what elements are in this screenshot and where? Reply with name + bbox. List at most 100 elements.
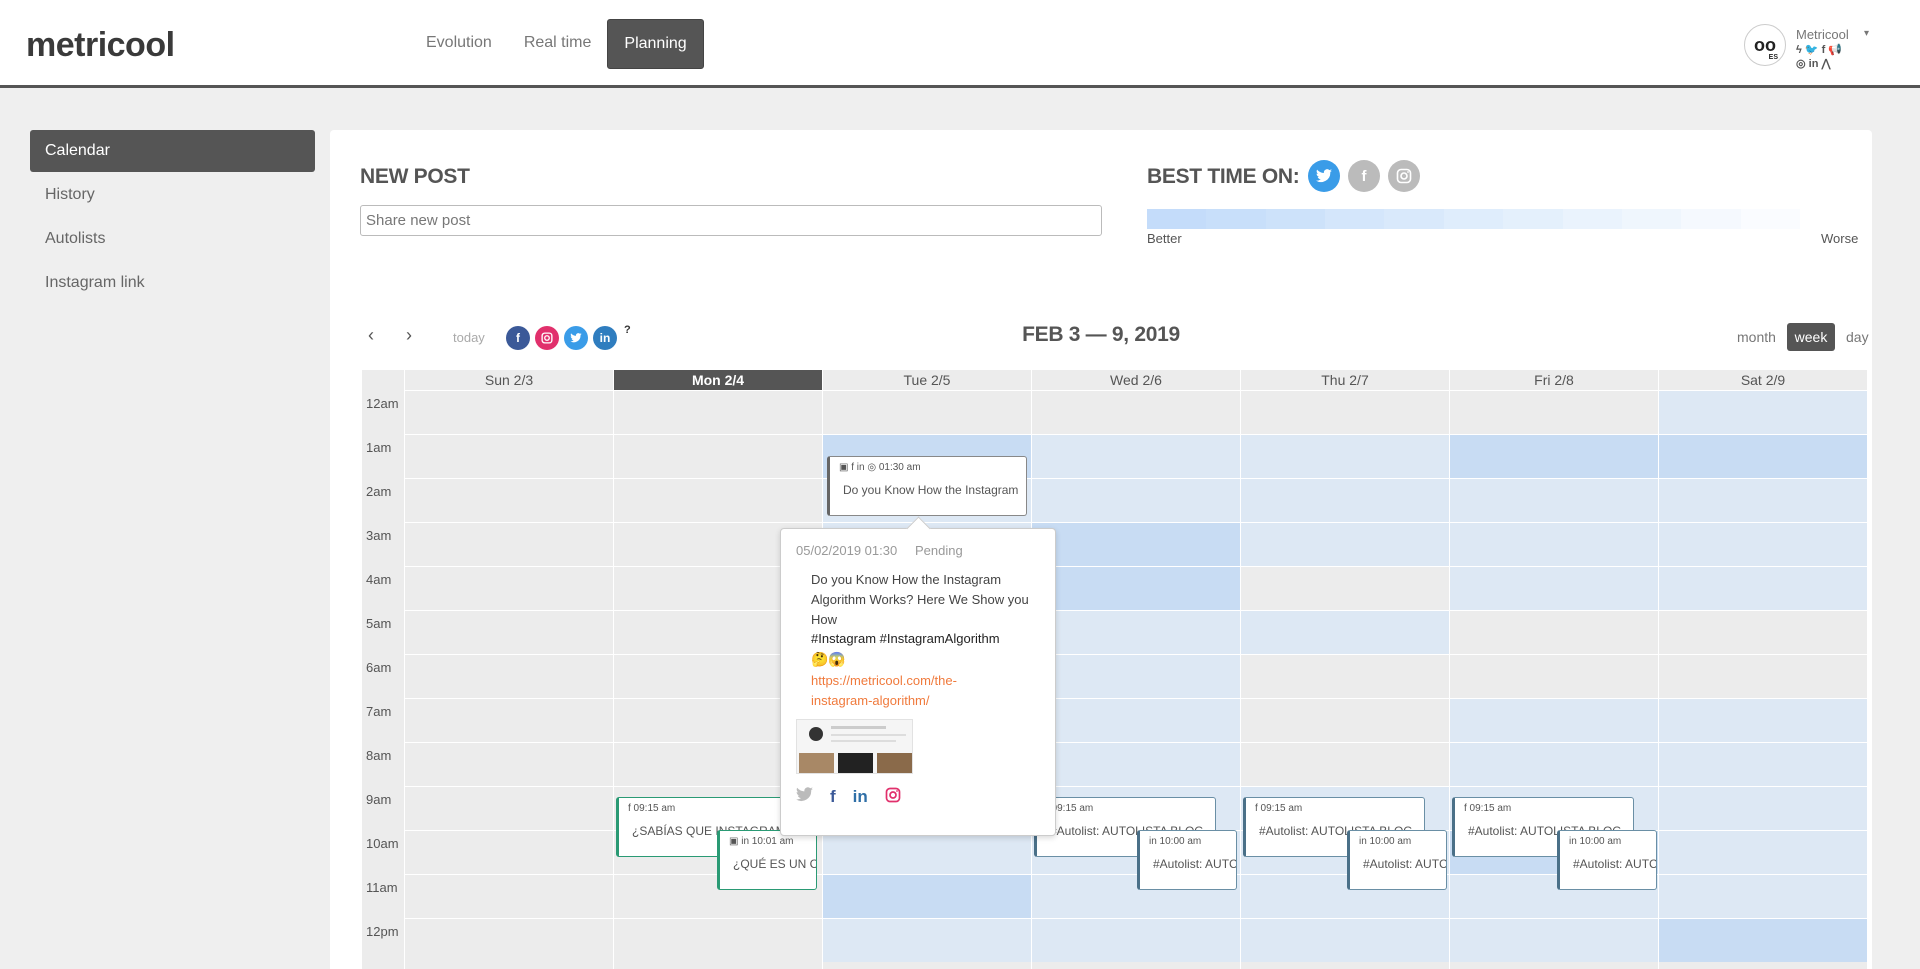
help-icon[interactable]: ? xyxy=(624,324,631,336)
hour-slot[interactable] xyxy=(1450,918,1658,962)
hour-slot[interactable] xyxy=(405,390,613,434)
hour-slot[interactable] xyxy=(1659,610,1867,654)
instagram-icon[interactable] xyxy=(1388,160,1420,192)
hour-slot[interactable] xyxy=(1241,522,1449,566)
hour-slot[interactable] xyxy=(614,478,822,522)
hour-slot[interactable] xyxy=(405,698,613,742)
scheduled-post-tue-0130[interactable]: ▣ f in ◎ 01:30 am Do you Know How the In… xyxy=(827,456,1027,516)
hour-slot[interactable] xyxy=(1450,522,1658,566)
hour-slot[interactable] xyxy=(1241,918,1449,962)
hour-slot[interactable] xyxy=(1659,434,1867,478)
post-link[interactable]: https://metricool.com/the-instagram-algo… xyxy=(811,671,1011,711)
nav-real-time[interactable]: Real time xyxy=(508,19,608,69)
hour-slot[interactable] xyxy=(1659,874,1867,918)
avatar[interactable]: oo ES xyxy=(1744,24,1786,66)
sidebar-item-autolists[interactable]: Autolists xyxy=(30,218,315,260)
hour-slot[interactable] xyxy=(1450,566,1658,610)
metricool-logo[interactable]: metricool xyxy=(26,26,175,65)
account-name[interactable]: Metricool xyxy=(1796,27,1849,42)
facebook-filter-icon[interactable]: f xyxy=(506,326,530,350)
linkedin-filter-icon[interactable]: in xyxy=(593,326,617,350)
hour-slot[interactable] xyxy=(405,522,613,566)
hour-slot[interactable] xyxy=(1032,522,1240,566)
hour-label: 6am xyxy=(366,660,392,675)
hour-slot[interactable] xyxy=(1450,742,1658,786)
nav-evolution[interactable]: Evolution xyxy=(410,19,508,69)
hour-slot[interactable] xyxy=(1659,918,1867,962)
hour-slot[interactable] xyxy=(1241,390,1449,434)
twitter-icon[interactable] xyxy=(1308,160,1340,192)
hour-slot[interactable] xyxy=(405,786,613,830)
hour-slot[interactable] xyxy=(1032,698,1240,742)
hour-slot[interactable] xyxy=(1032,390,1240,434)
hour-slot[interactable] xyxy=(1450,654,1658,698)
hour-slot[interactable] xyxy=(405,566,613,610)
hour-slot[interactable] xyxy=(1659,786,1867,830)
hour-slot[interactable] xyxy=(1450,434,1658,478)
twitter-filter-icon[interactable] xyxy=(564,326,588,350)
nav-planning[interactable]: Planning xyxy=(607,19,704,69)
hour-slot[interactable] xyxy=(614,390,822,434)
hour-slot[interactable] xyxy=(1659,566,1867,610)
hour-slot[interactable] xyxy=(614,434,822,478)
hour-slot[interactable] xyxy=(1450,478,1658,522)
chevron-left-icon[interactable]: ‹ xyxy=(368,325,374,346)
scheduled-post-fri-1000[interactable]: in 10:00 am #Autolist: AUTC xyxy=(1557,830,1657,890)
week-grid: 12am 1am 2am 3am 4am 5am 6am 7am 8am 9am… xyxy=(362,370,1872,969)
hour-slot[interactable] xyxy=(823,830,1031,874)
hour-slot[interactable] xyxy=(1450,390,1658,434)
hour-slot[interactable] xyxy=(614,918,822,962)
hour-slot[interactable] xyxy=(1032,918,1240,962)
hour-slot[interactable] xyxy=(405,654,613,698)
hour-slot[interactable] xyxy=(1659,478,1867,522)
day-column-sun[interactable]: Sun 2/3 xyxy=(404,370,613,969)
hour-slot[interactable] xyxy=(1450,698,1658,742)
hour-slot[interactable] xyxy=(1032,566,1240,610)
view-week-button[interactable]: week xyxy=(1787,323,1835,351)
hour-slot[interactable] xyxy=(1659,742,1867,786)
chevron-down-icon[interactable]: ▾ xyxy=(1864,28,1869,39)
hour-slot[interactable] xyxy=(1659,698,1867,742)
hour-slot[interactable] xyxy=(1032,478,1240,522)
hour-slot[interactable] xyxy=(405,610,613,654)
hour-slot[interactable] xyxy=(1032,610,1240,654)
hour-slot[interactable] xyxy=(405,478,613,522)
hour-slot[interactable] xyxy=(823,918,1031,962)
instagram-filter-icon[interactable] xyxy=(535,326,559,350)
hour-slot[interactable] xyxy=(1241,566,1449,610)
hour-slot[interactable] xyxy=(1241,698,1449,742)
today-button[interactable]: today xyxy=(453,330,485,345)
chevron-right-icon[interactable]: › xyxy=(406,325,412,346)
sidebar-item-calendar[interactable]: Calendar xyxy=(30,130,315,172)
scheduled-post-thu-1000[interactable]: in 10:00 am #Autolist: AUTC xyxy=(1347,830,1447,890)
hour-slot[interactable] xyxy=(1659,830,1867,874)
hour-slot[interactable] xyxy=(405,830,613,874)
view-day-button[interactable]: day xyxy=(1846,329,1869,345)
hour-slot[interactable] xyxy=(1659,654,1867,698)
hour-slot[interactable] xyxy=(405,742,613,786)
hour-slot[interactable] xyxy=(1450,610,1658,654)
hour-slot[interactable] xyxy=(1241,478,1449,522)
scheduled-post-mon-1001[interactable]: ▣ in 10:01 am ¿QUÉ ES UN C xyxy=(717,830,817,890)
hour-slot[interactable] xyxy=(1241,610,1449,654)
hour-slot[interactable] xyxy=(1659,390,1867,434)
hour-slot[interactable] xyxy=(1032,654,1240,698)
sidebar-item-instagram-link[interactable]: Instagram link xyxy=(30,262,315,304)
hour-slot[interactable] xyxy=(1659,522,1867,566)
share-post-input[interactable] xyxy=(360,205,1102,236)
facebook-icon[interactable]: f xyxy=(1348,160,1380,192)
sidebar-item-history[interactable]: History xyxy=(30,174,315,216)
hour-slot[interactable] xyxy=(823,390,1031,434)
view-month-button[interactable]: month xyxy=(1737,329,1776,345)
hour-slot[interactable] xyxy=(823,874,1031,918)
hour-slot[interactable] xyxy=(1241,742,1449,786)
hour-slot[interactable] xyxy=(1241,434,1449,478)
hour-slot[interactable] xyxy=(405,874,613,918)
scheduled-post-wed-1000[interactable]: in 10:00 am #Autolist: AUTC xyxy=(1137,830,1237,890)
hour-slot[interactable] xyxy=(405,918,613,962)
hour-slot[interactable] xyxy=(1241,654,1449,698)
day-column-sat[interactable]: Sat 2/9 xyxy=(1658,370,1867,969)
hour-slot[interactable] xyxy=(1032,742,1240,786)
hour-slot[interactable] xyxy=(1032,434,1240,478)
hour-slot[interactable] xyxy=(405,434,613,478)
